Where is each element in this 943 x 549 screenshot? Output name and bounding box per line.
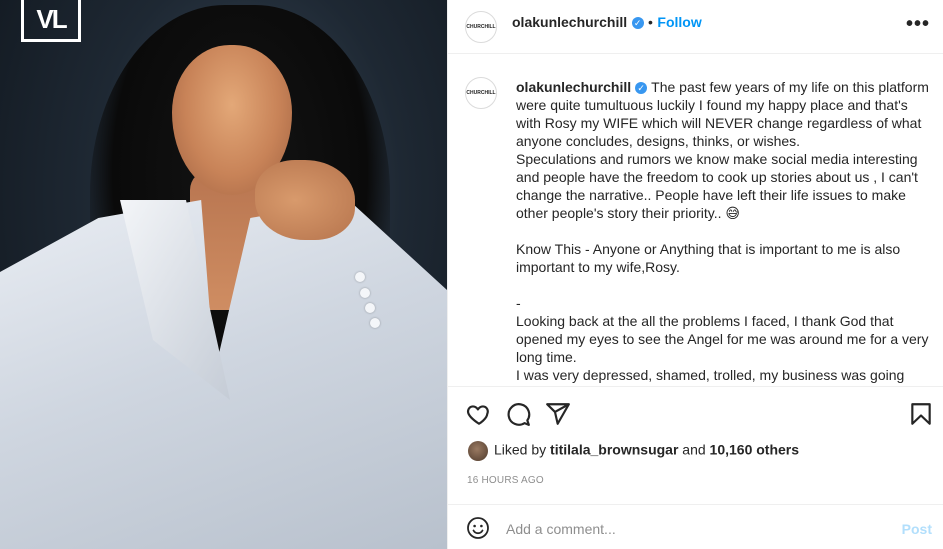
watermark-logo: VL [21, 0, 81, 42]
heart-icon[interactable] [466, 401, 492, 427]
caption: olakunlechurchill ✓ The past few years of … [516, 78, 936, 385]
author-username[interactable]: olakunlechurchill [512, 14, 627, 30]
caption-text: The past few years of my life on this pl… [516, 79, 929, 383]
bookmark-icon[interactable] [908, 401, 934, 427]
caption-username[interactable]: olakunlechurchill [516, 79, 631, 95]
post-image[interactable]: VL [0, 0, 447, 549]
comment-bar: Post [448, 504, 943, 549]
avatar-text: CHURCHILL [466, 24, 496, 30]
liker-avatar[interactable] [468, 441, 488, 461]
emoji-icon[interactable] [466, 516, 490, 540]
liker-username[interactable]: titilala_brownsugar [550, 442, 678, 458]
likes-conjunction: and [682, 441, 706, 458]
more-icon[interactable]: ••• [906, 14, 930, 34]
comments-section[interactable]: CHURCHILL olakunlechurchill ✓ The past few… [448, 55, 943, 385]
post-comment-button[interactable]: Post [902, 521, 932, 537]
comment-input[interactable] [504, 517, 888, 541]
share-icon[interactable] [545, 401, 571, 427]
image-hand [255, 160, 355, 240]
verified-icon: ✓ [631, 16, 644, 29]
author-avatar[interactable]: CHURCHILL [465, 11, 497, 43]
likes-prefix: Liked by [494, 441, 547, 458]
action-bar [448, 386, 943, 442]
post-timestamp[interactable]: 16 HOURS AGO [467, 475, 544, 486]
follow-button[interactable]: Follow [657, 14, 701, 30]
post-side-panel: CHURCHILL olakunlechurchill ✓ • Follow •… [447, 0, 943, 549]
header-author-line: olakunlechurchill ✓ • Follow [512, 14, 702, 32]
caption-author-avatar[interactable]: CHURCHILL [465, 77, 497, 109]
likes-summary: Liked by titilala_brownsugar and 10,160 … [468, 441, 799, 463]
avatar-text: CHURCHILL [466, 90, 496, 96]
likes-count[interactable]: 10,160 others [710, 442, 800, 458]
caption-block: olakunlechurchill ✓ The past few years of … [516, 78, 936, 385]
post-header: CHURCHILL olakunlechurchill ✓ • Follow •… [448, 0, 943, 54]
header-separator: • [648, 14, 653, 30]
verified-icon: ✓ [635, 82, 648, 95]
comment-icon[interactable] [505, 401, 531, 427]
